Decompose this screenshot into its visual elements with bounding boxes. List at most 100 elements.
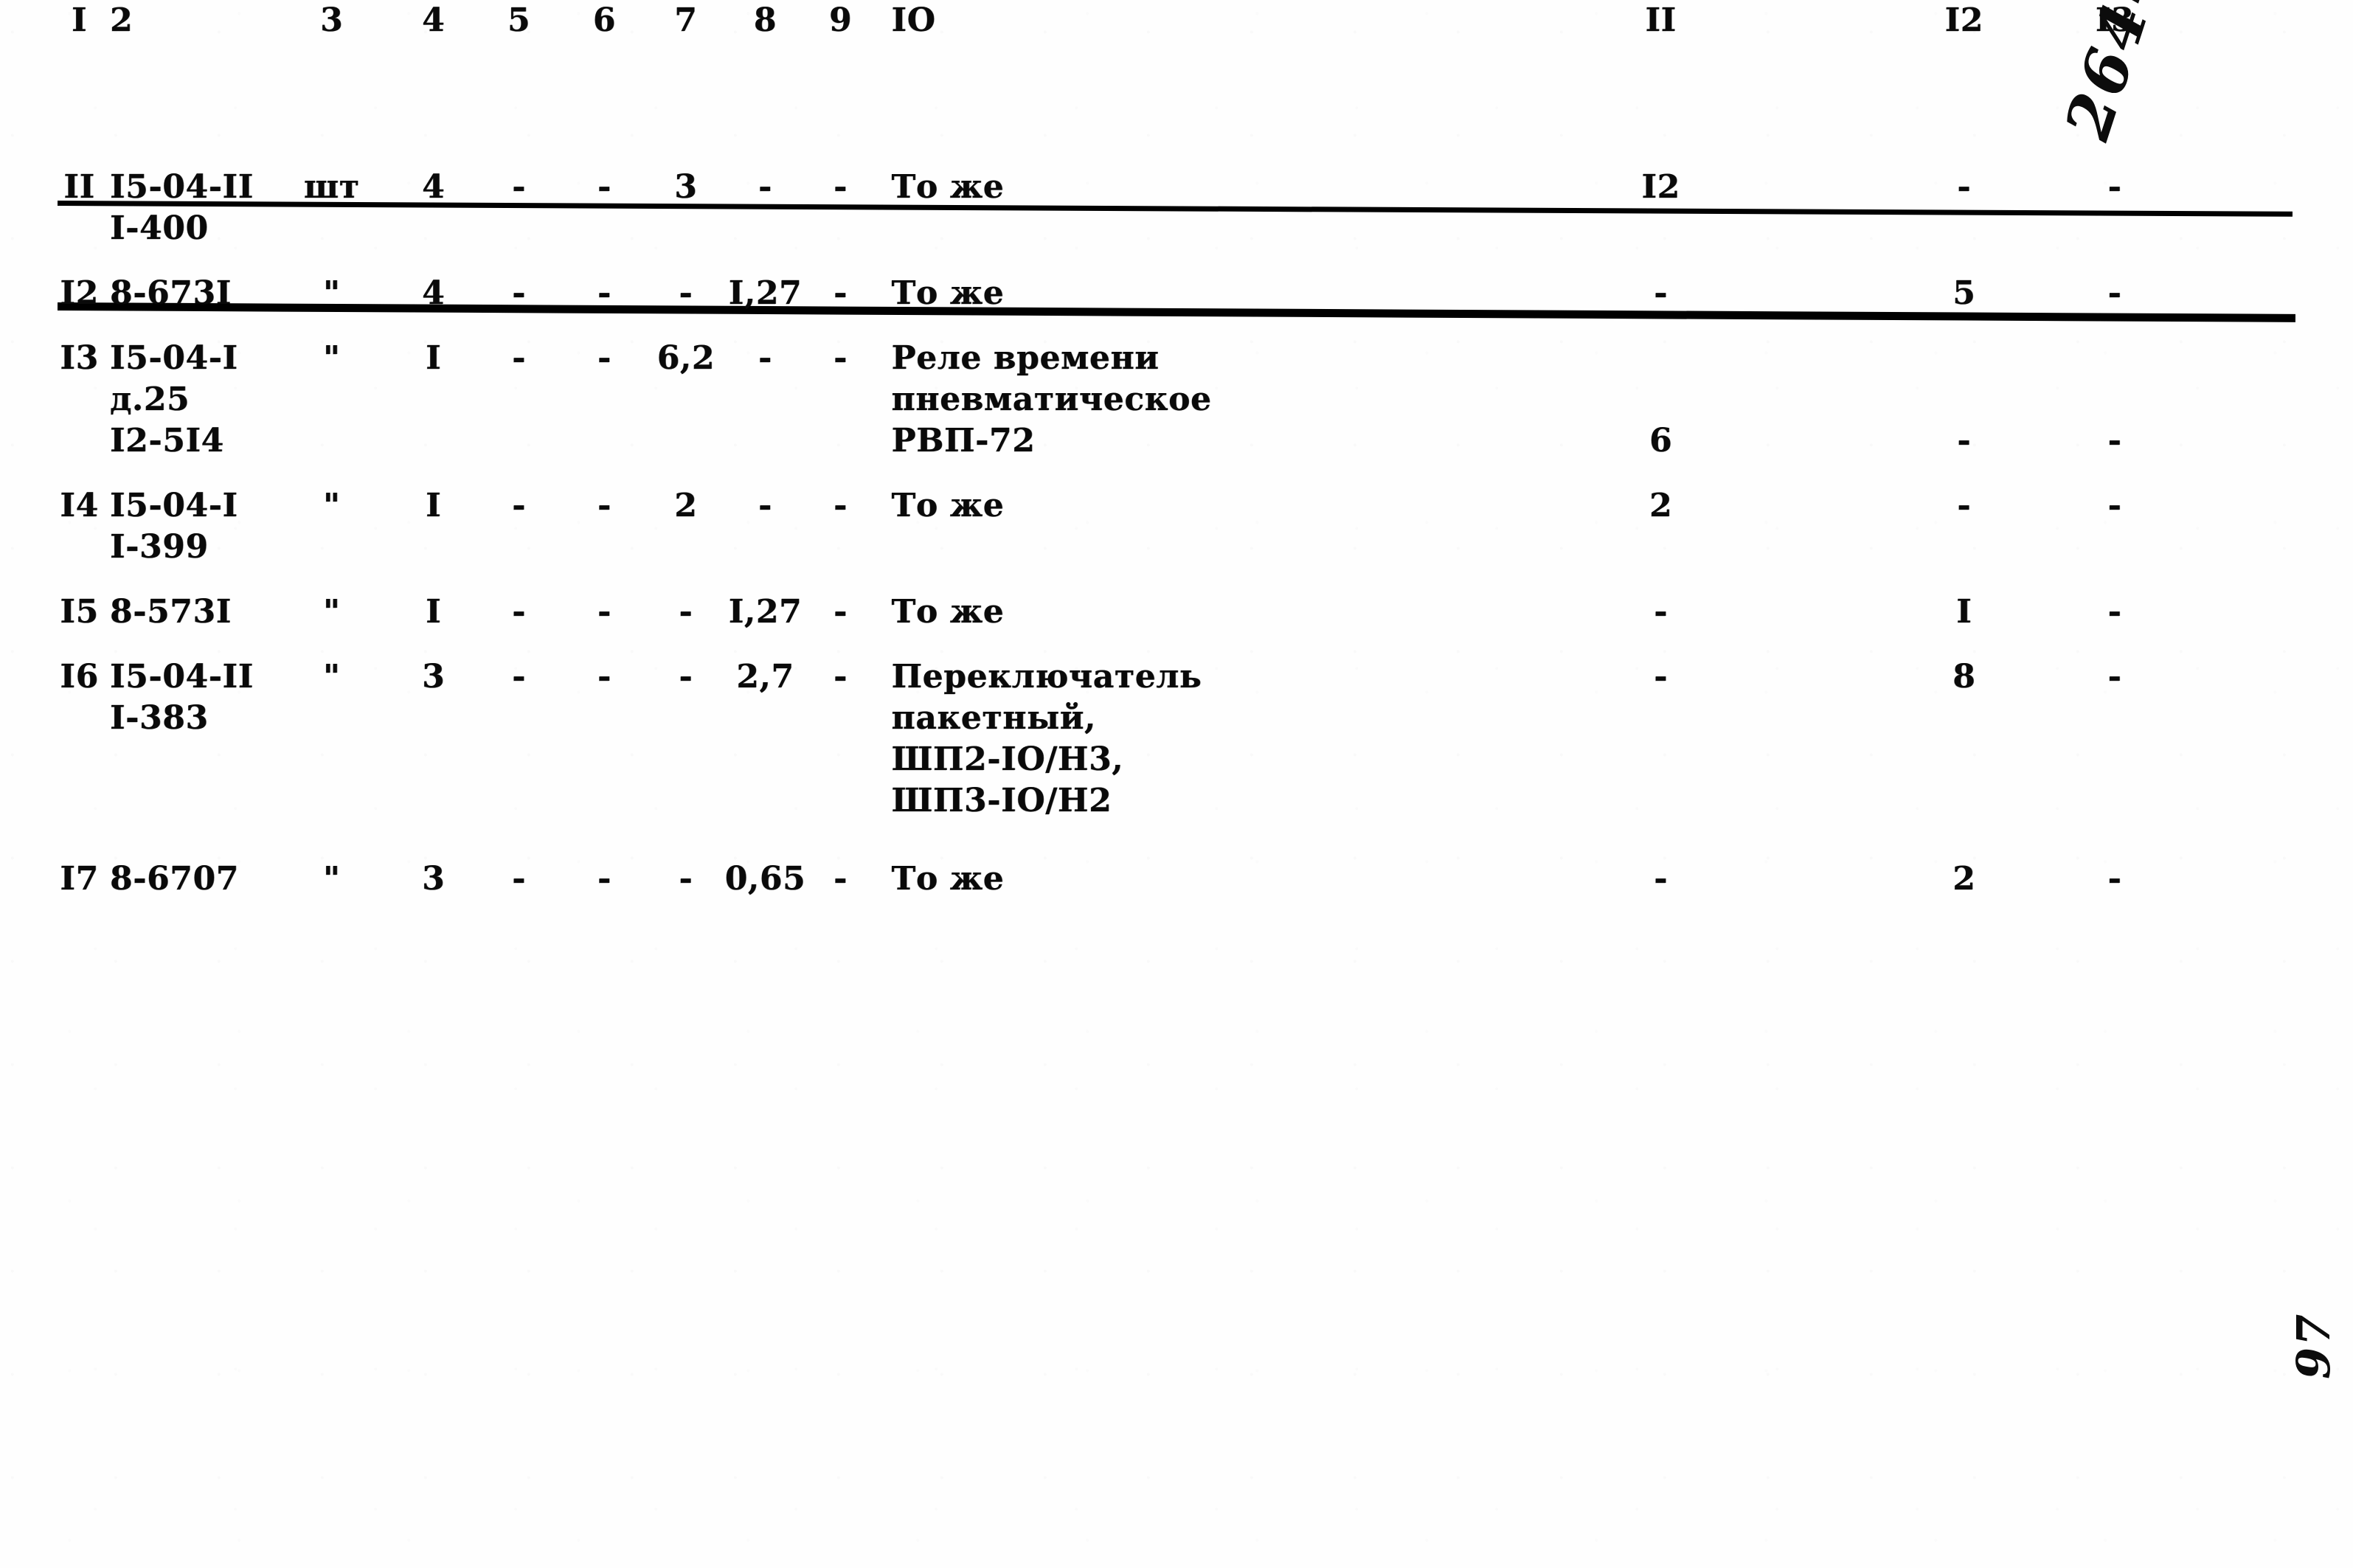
row-5-col5: - [512,593,527,631]
row-7-col9: - [834,860,848,898]
column-header-12: I2 [1944,1,1984,39]
table-row: I2 8-673I " 4 - - - I,27 - То же - 5 - [0,273,2353,314]
column-header-3: 3 [320,1,344,39]
row-gap [0,633,2353,656]
row-7-col8: 0,65 [724,860,806,898]
row-6-col9: - [834,658,848,695]
row-6-qty: 3 [422,658,446,695]
row-2-col11: - [1654,274,1668,312]
row-4-pos: I4 [60,487,99,524]
row-2-col5: - [512,274,527,312]
row-1-unit: шт [303,168,360,206]
column-header-7: 7 [674,1,698,39]
row-5-unit: " [323,593,341,631]
row-4-unit: " [323,487,341,524]
row-1-pos: II [63,168,95,206]
row-6-pos: I6 [60,658,99,695]
row-4-col6: - [597,487,611,524]
column-header-2: 2 [110,1,134,39]
row-4-col11: 2 [1649,487,1673,524]
row-6-col11: - [1654,658,1668,695]
row-3-col6: - [597,339,611,377]
row-4-code: I5-04-I I-399 [110,487,238,566]
specification-table: I 2 3 4 5 6 7 8 9 IO II I2 I3 II I5-04-I… [0,0,2353,900]
row-4-qty: I [426,487,442,524]
row-5-col12: I [1956,593,1972,631]
row-2-col13: - [2107,274,2122,312]
row-4-col12: - [1957,487,1972,524]
row-1-col6: - [597,168,611,206]
row-2-description: То же [891,274,1005,312]
row-5-col13: - [2107,593,2122,631]
row-7-qty: 3 [422,860,446,898]
row-3-col13: - [2107,422,2122,459]
row-3-col9: - [834,339,848,377]
row-gap [0,249,2353,273]
row-6-col6: - [597,658,611,695]
row-6-col8: 2,7 [736,658,794,695]
row-3-col7: 6,2 [656,339,715,377]
row-1-code: I5-04-II I-400 [110,168,254,247]
page-number: 97 [2287,1312,2340,1379]
row-2-col9: - [834,274,848,312]
row-1-description: То же [891,168,1005,206]
header-gap-row [0,102,2353,167]
row-7-unit: " [323,860,341,898]
row-5-col7: - [679,593,693,631]
column-header-9: 9 [829,1,853,39]
table-row: I3 I5-04-I д.25 I2-5I4 " I - - 6,2 - - Р… [0,338,2353,462]
row-7-col7: - [679,860,693,898]
row-5-pos: I5 [60,593,99,631]
row-3-unit: " [323,339,341,377]
row-1-col12: - [1957,168,1972,206]
row-2-col7: - [679,274,693,312]
row-6-unit: " [323,658,341,695]
row-1-col5: - [512,168,527,206]
row-5-qty: I [426,593,442,631]
row-7-code: 8-6707 [110,860,239,898]
column-header-10: IO [891,1,936,39]
row-gap [0,822,2353,858]
row-7-col13: - [2107,860,2122,898]
row-1-qty: 4 [422,168,446,206]
row-1-col11: I2 [1641,168,1680,206]
row-4-col7: 2 [674,487,698,524]
row-7-col11: - [1654,860,1668,898]
row-5-col6: - [597,593,611,631]
row-1-col7: 3 [674,168,698,206]
column-header-8: 8 [753,1,777,39]
table-row: II I5-04-II I-400 шт 4 - - 3 - - То же I… [0,167,2353,249]
row-3-col8: - [758,339,772,377]
row-6-code: I5-04-II I-383 [110,658,254,737]
table-row: I5 8-573I " I - - - I,27 - То же - I - [0,592,2353,633]
row-6-description: Переключатель пакетный, ШП2-IO/Н3, ШП3-I… [891,658,1202,819]
row-1-col9: - [834,168,848,206]
table-row: I4 I5-04-I I-399 " I - - 2 - - То же 2 -… [0,485,2353,568]
row-2-col8: I,27 [728,274,803,312]
row-1-col13: - [2107,168,2122,206]
row-2-pos: I2 [60,274,99,312]
row-2-unit: " [323,274,341,312]
row-5-code: 8-573I [110,593,232,631]
document-page: I 2 3 4 5 6 7 8 9 IO II I2 I3 II I5-04-I… [0,0,2353,1568]
row-4-col8: - [758,487,772,524]
row-2-code: 8-673I [110,274,232,312]
row-7-description: То же [891,860,1005,898]
row-2-col6: - [597,274,611,312]
row-4-description: То же [891,487,1005,524]
row-5-col11: - [1654,593,1668,631]
table-row: I6 I5-04-II I-383 " 3 - - - 2,7 - Перекл… [0,656,2353,822]
row-7-col6: - [597,860,611,898]
row-4-col9: - [834,487,848,524]
row-4-col5: - [512,487,527,524]
row-4-col13: - [2107,487,2122,524]
row-5-col8: I,27 [728,593,803,631]
row-6-col7: - [679,658,693,695]
row-3-code: I5-04-I д.25 I2-5I4 [110,339,238,459]
row-5-description: То же [891,593,1005,631]
row-7-col12: 2 [1952,860,1976,898]
row-3-col12: - [1957,422,1972,459]
row-3-pos: I3 [60,339,99,377]
row-2-col12: 5 [1952,274,1976,312]
row-7-pos: I7 [60,860,99,898]
